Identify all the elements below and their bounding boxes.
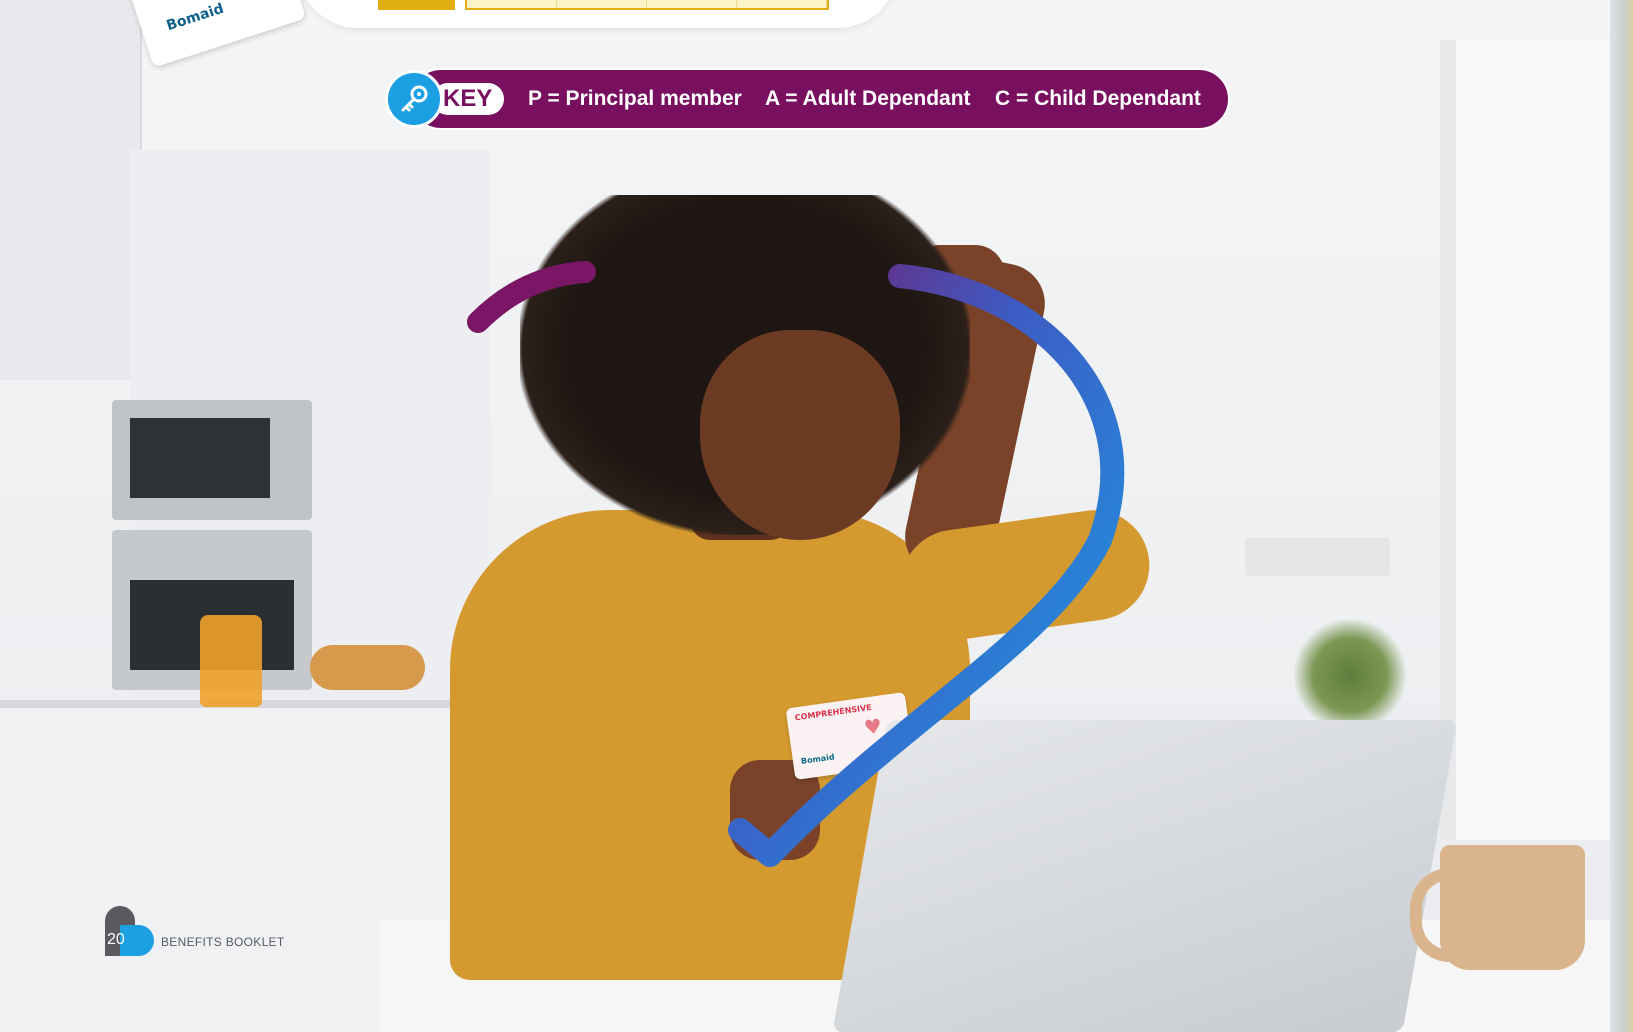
swoosh-purple-arc	[467, 261, 596, 333]
checkmark-swoosh-graphic	[467, 261, 1125, 867]
footer-label: BENEFITS BOOKLET	[161, 935, 285, 949]
top-card-brand: Bomaid	[164, 0, 226, 35]
page-number: 20	[107, 931, 125, 948]
key-label: KEY	[443, 85, 493, 112]
key-item-adult: A = Adult Dependant	[765, 87, 971, 110]
key-icon	[385, 70, 443, 128]
key-item-child: C = Child Dependant	[995, 87, 1201, 110]
key-item-principal: P = Principal member	[528, 87, 742, 110]
table-header-cell	[378, 0, 455, 10]
top-table-panel	[298, 0, 898, 28]
swoosh-blue-arc	[728, 264, 1125, 867]
page-number-accent	[120, 925, 154, 956]
table-row	[465, 0, 829, 10]
